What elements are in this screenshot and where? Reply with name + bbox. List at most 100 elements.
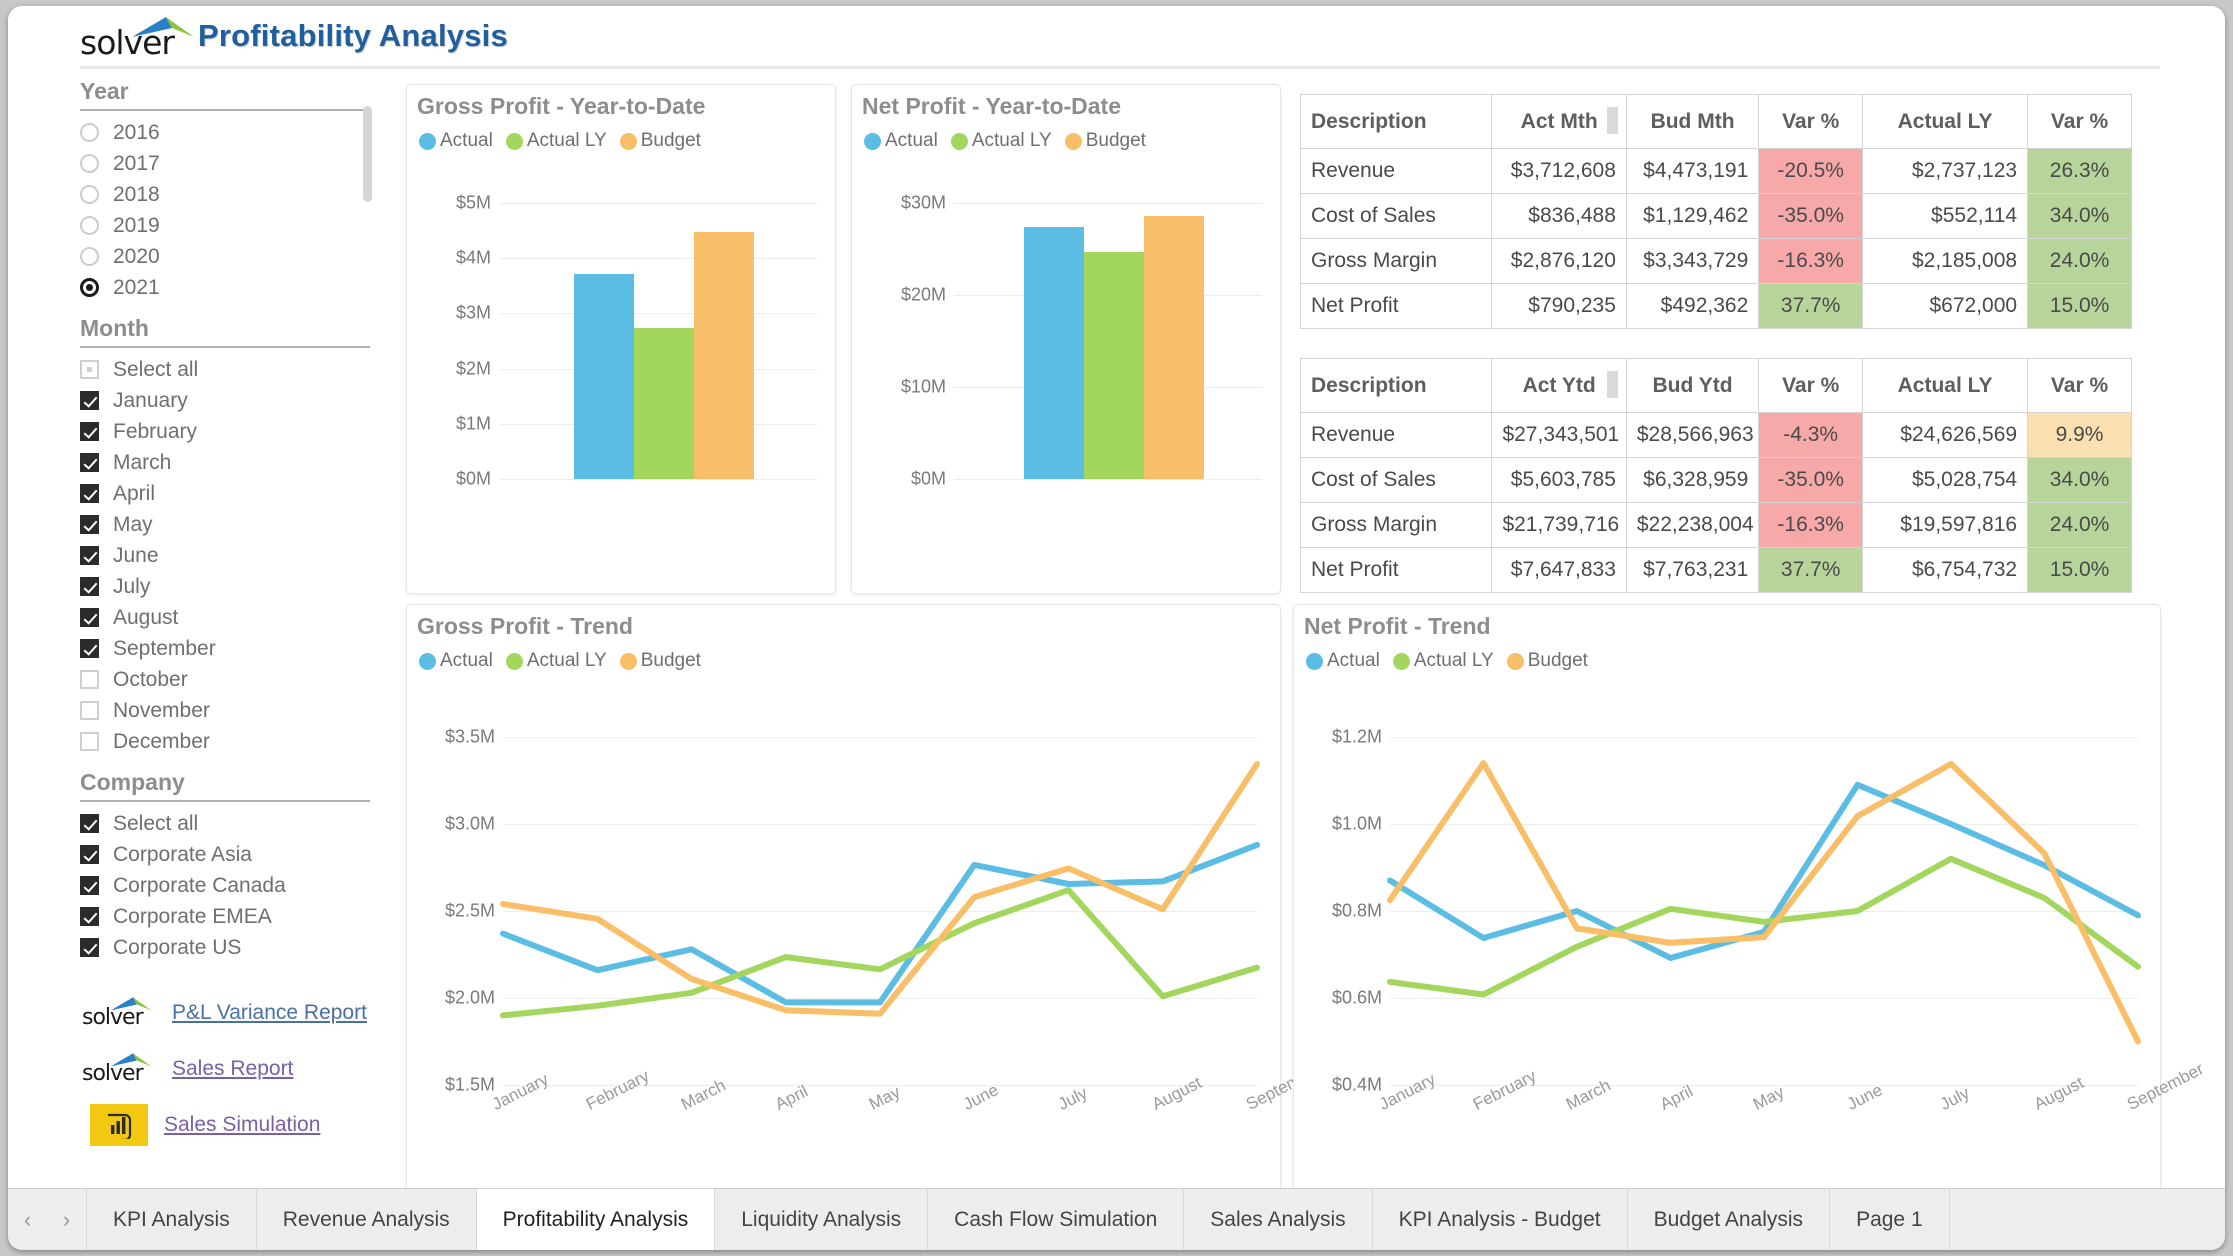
checkbox-icon[interactable]: [80, 391, 99, 410]
checkbox-icon[interactable]: [80, 732, 99, 751]
radio-icon[interactable]: [80, 154, 99, 173]
monthly-header-2[interactable]: Bud Mth: [1626, 95, 1758, 149]
legend-item-budget[interactable]: Budget: [620, 650, 701, 672]
month-option-january[interactable]: January: [80, 385, 380, 416]
year-slicer-scrollbar[interactable]: [363, 106, 372, 202]
month-option-august[interactable]: August: [80, 602, 380, 633]
table-row[interactable]: Gross Margin $2,876,120 $3,343,729 -16.3…: [1301, 239, 2132, 284]
table-row[interactable]: Net Profit $7,647,833 $7,763,231 37.7% $…: [1301, 548, 2132, 593]
ytd-header-0[interactable]: Description: [1301, 359, 1492, 413]
checkbox-icon[interactable]: [80, 938, 99, 957]
bar-budget[interactable]: [1144, 216, 1204, 479]
month-option-september[interactable]: September: [80, 633, 380, 664]
report-link-label[interactable]: Sales Simulation: [164, 1113, 320, 1137]
table-row[interactable]: Cost of Sales $836,488 $1,129,462 -35.0%…: [1301, 194, 2132, 239]
tab-revenue-analysis[interactable]: Revenue Analysis: [256, 1189, 476, 1250]
ytd-header-2[interactable]: Bud Ytd: [1626, 359, 1758, 413]
ytd-header-1[interactable]: Act Ytd: [1492, 359, 1626, 413]
report-link-p-l-variance-report[interactable]: solver P&L Variance Report: [80, 985, 380, 1041]
tab-page-1[interactable]: Page 1: [1829, 1189, 1949, 1250]
bar-actual[interactable]: [574, 274, 634, 479]
radio-icon[interactable]: [80, 247, 99, 266]
ytd-header-5[interactable]: Var %: [2028, 359, 2132, 413]
monthly-header-0[interactable]: Description: [1301, 95, 1492, 149]
prev-page-icon[interactable]: ‹: [24, 1207, 31, 1233]
monthly-header-5[interactable]: Var %: [2028, 95, 2132, 149]
table-row[interactable]: Cost of Sales $5,603,785 $6,328,959 -35.…: [1301, 458, 2132, 503]
checkbox-icon[interactable]: [80, 701, 99, 720]
table-row[interactable]: Net Profit $790,235 $492,362 37.7% $672,…: [1301, 284, 2132, 329]
company-option-corporate-emea[interactable]: Corporate EMEA: [80, 901, 380, 932]
tab-liquidity-analysis[interactable]: Liquidity Analysis: [714, 1189, 927, 1250]
month-option-july[interactable]: July: [80, 571, 380, 602]
table-row[interactable]: Gross Margin $21,739,716 $22,238,004 -16…: [1301, 503, 2132, 548]
legend-item-actual[interactable]: Actual: [1306, 650, 1380, 672]
year-option-2016[interactable]: 2016: [80, 117, 380, 148]
next-page-icon[interactable]: ›: [63, 1207, 70, 1233]
legend-item-actual-ly[interactable]: Actual LY: [951, 130, 1052, 152]
bar-actual-ly[interactable]: [1084, 252, 1144, 479]
table-row[interactable]: Revenue $3,712,608 $4,473,191 -20.5% $2,…: [1301, 149, 2132, 194]
legend-item-budget[interactable]: Budget: [620, 130, 701, 152]
bar-actual[interactable]: [1024, 227, 1084, 479]
tab-cash-flow-simulation[interactable]: Cash Flow Simulation: [927, 1189, 1183, 1250]
legend-item-actual-ly[interactable]: Actual LY: [506, 130, 607, 152]
checkbox-icon[interactable]: [80, 515, 99, 534]
checkbox-icon[interactable]: [80, 422, 99, 441]
checkbox-icon[interactable]: [80, 907, 99, 926]
year-option-2017[interactable]: 2017: [80, 148, 380, 179]
month-option-april[interactable]: April: [80, 478, 380, 509]
month-option-december[interactable]: December: [80, 726, 380, 757]
company-option-corporate-asia[interactable]: Corporate Asia: [80, 839, 380, 870]
ytd-header-4[interactable]: Actual LY: [1863, 359, 2028, 413]
company-option-corporate-canada[interactable]: Corporate Canada: [80, 870, 380, 901]
year-option-2018[interactable]: 2018: [80, 179, 380, 210]
tab-sales-analysis[interactable]: Sales Analysis: [1183, 1189, 1371, 1250]
radio-icon[interactable]: [80, 278, 99, 297]
company-select-all[interactable]: Select all: [80, 808, 380, 839]
month-option-march[interactable]: March: [80, 447, 380, 478]
checkbox-icon[interactable]: [80, 484, 99, 503]
company-option-corporate-us[interactable]: Corporate US: [80, 932, 380, 963]
month-option-november[interactable]: November: [80, 695, 380, 726]
radio-icon[interactable]: [80, 123, 99, 142]
table-row[interactable]: Revenue $27,343,501 $28,566,963 -4.3% $2…: [1301, 413, 2132, 458]
checkbox-icon[interactable]: [80, 814, 99, 833]
checkbox-icon[interactable]: [80, 876, 99, 895]
month-select-all[interactable]: Select all: [80, 354, 380, 385]
month-option-october[interactable]: October: [80, 664, 380, 695]
monthly-header-1[interactable]: Act Mth: [1492, 95, 1626, 149]
checkbox-icon[interactable]: [80, 453, 99, 472]
legend-item-actual-ly[interactable]: Actual LY: [506, 650, 607, 672]
checkbox-icon[interactable]: [80, 546, 99, 565]
tab-profitability-analysis[interactable]: Profitability Analysis: [476, 1189, 715, 1250]
legend-item-actual-ly[interactable]: Actual LY: [1393, 650, 1494, 672]
radio-icon[interactable]: [80, 216, 99, 235]
year-option-2021[interactable]: 2021: [80, 272, 380, 303]
checkbox-icon[interactable]: [80, 670, 99, 689]
legend-item-budget[interactable]: Budget: [1507, 650, 1588, 672]
bar-budget[interactable]: [694, 232, 754, 479]
checkbox-icon[interactable]: [80, 577, 99, 596]
monthly-header-4[interactable]: Actual LY: [1863, 95, 2028, 149]
monthly-header-3[interactable]: Var %: [1759, 95, 1863, 149]
year-option-2020[interactable]: 2020: [80, 241, 380, 272]
legend-item-actual[interactable]: Actual: [419, 650, 493, 672]
checkbox-icon[interactable]: [80, 608, 99, 627]
tab-kpi-analysis-budget[interactable]: KPI Analysis - Budget: [1372, 1189, 1627, 1250]
report-link-sales-simulation[interactable]: Sales Simulation: [80, 1097, 380, 1153]
checkbox-icon[interactable]: [80, 845, 99, 864]
report-link-sales-report[interactable]: solver Sales Report: [80, 1041, 380, 1097]
report-link-label[interactable]: P&L Variance Report: [172, 1001, 367, 1025]
checkbox-icon[interactable]: [80, 360, 99, 379]
ytd-header-3[interactable]: Var %: [1759, 359, 1863, 413]
month-option-may[interactable]: May: [80, 509, 380, 540]
bar-actual-ly[interactable]: [634, 328, 694, 479]
legend-item-actual[interactable]: Actual: [419, 130, 493, 152]
checkbox-icon[interactable]: [80, 639, 99, 658]
report-link-label[interactable]: Sales Report: [172, 1057, 293, 1081]
tab-kpi-analysis[interactable]: KPI Analysis: [86, 1189, 256, 1250]
month-option-june[interactable]: June: [80, 540, 380, 571]
legend-item-actual[interactable]: Actual: [864, 130, 938, 152]
legend-item-budget[interactable]: Budget: [1065, 130, 1146, 152]
